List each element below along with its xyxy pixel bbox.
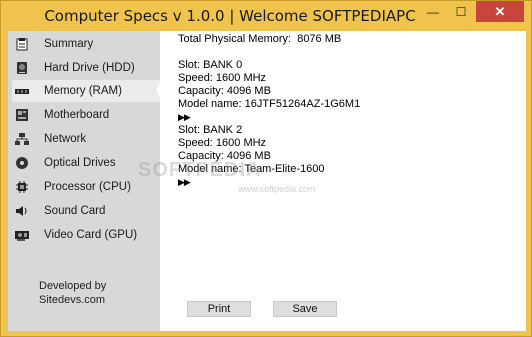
disc-icon xyxy=(15,156,29,170)
memory-icon xyxy=(15,84,29,98)
sidebar-item-motherboard[interactable]: Motherboard xyxy=(12,104,160,126)
video-card-icon xyxy=(15,228,29,242)
network-icon xyxy=(15,132,29,146)
client-area: Summary Hard Drive (HDD) Memory (RAM) Mo… xyxy=(8,31,526,331)
watermark-url: www.softpedia.com xyxy=(238,184,316,194)
sidebar-item-label: Sound Card xyxy=(44,205,106,217)
model-label: Model name: 16JTF51264AZ-1G6M1 xyxy=(178,98,361,110)
sidebar-item-label: Summary xyxy=(44,38,94,50)
print-button[interactable]: Print xyxy=(187,301,251,317)
sidebar-item-label: Video Card (GPU) xyxy=(44,229,138,241)
capacity-label: Capacity: 4096 MB xyxy=(178,85,271,97)
window-title: Computer Specs v 1.0.0 | Welcome SOFTPED… xyxy=(44,7,416,25)
developer-line-2: Sitedevs.com xyxy=(39,294,106,306)
clipboard-icon xyxy=(15,37,29,51)
speed-label: Speed: 1600 MHz xyxy=(178,72,267,84)
sidebar-item-video-card[interactable]: Video Card (GPU) xyxy=(12,224,160,246)
close-button[interactable]: ✕ xyxy=(476,1,524,22)
developer-credit: Developed by Sitedevs.com xyxy=(39,279,106,307)
sidebar-item-label: Hard Drive (HDD) xyxy=(44,62,135,74)
processor-icon xyxy=(15,180,29,194)
slot-label: Slot: BANK 0 xyxy=(178,59,243,71)
sidebar-item-memory[interactable]: Memory (RAM) xyxy=(12,80,160,102)
sidebar-item-label: Motherboard xyxy=(44,109,110,121)
motherboard-icon xyxy=(15,108,29,122)
sidebar-item-label: Processor (CPU) xyxy=(44,181,131,193)
watermark: SOFTPEDIA xyxy=(138,159,262,181)
title-bar[interactable]: Computer Specs v 1.0.0 | Welcome SOFTPED… xyxy=(1,1,531,31)
minimize-button[interactable]: — xyxy=(419,1,447,22)
sidebar-item-label: Memory (RAM) xyxy=(44,85,122,97)
separator-marker: ▶▶ xyxy=(178,112,191,122)
maximize-button[interactable]: ☐ xyxy=(447,1,475,22)
sidebar-item-hard-drive[interactable]: Hard Drive (HDD) xyxy=(12,57,160,79)
app-window: Computer Specs v 1.0.0 | Welcome SOFTPED… xyxy=(0,0,532,337)
sidebar-item-network[interactable]: Network xyxy=(12,128,160,150)
slot-label: Slot: BANK 2 xyxy=(178,124,243,136)
developer-line-1: Developed by xyxy=(39,280,107,292)
total-memory: Total Physical Memory: 8076 MB xyxy=(178,33,342,45)
sidebar-item-sound-card[interactable]: Sound Card xyxy=(12,200,160,222)
sidebar-item-label: Optical Drives xyxy=(44,157,116,169)
sidebar-item-label: Network xyxy=(44,133,87,145)
speed-label: Speed: 1600 MHz xyxy=(178,137,267,149)
sidebar-item-summary[interactable]: Summary xyxy=(12,33,160,55)
save-button[interactable]: Save xyxy=(273,301,337,317)
hard-drive-icon xyxy=(15,61,29,75)
active-item-pointer xyxy=(156,80,162,100)
speaker-icon xyxy=(15,204,29,218)
